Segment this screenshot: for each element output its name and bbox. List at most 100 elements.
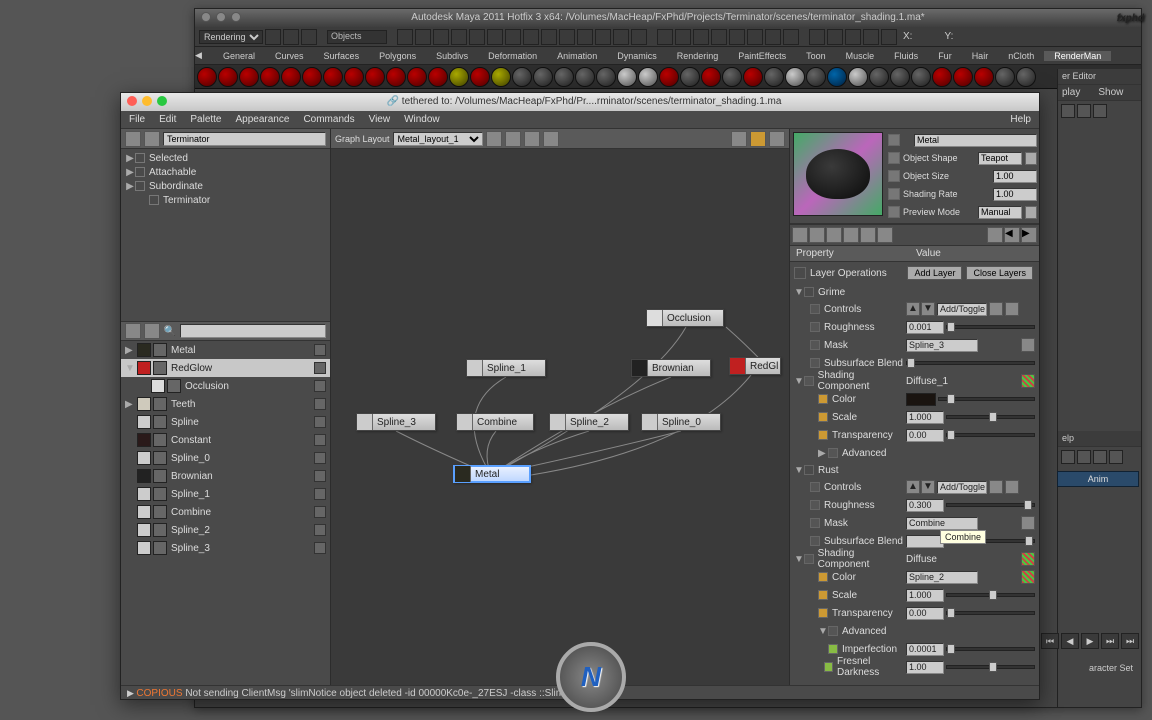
node-item-spline_3[interactable]: Spline_3 [121,539,330,557]
tb-icon[interactable] [783,29,799,45]
shelf-item-icon[interactable] [953,67,973,87]
shelf-item-icon[interactable] [533,67,553,87]
shelf-item-icon[interactable] [428,67,448,87]
tb-icon[interactable] [845,29,861,45]
layer-icon[interactable] [1109,450,1123,464]
shelf-item-icon[interactable] [1016,67,1036,87]
shelf-item-icon[interactable] [596,67,616,87]
graph-btn-icon[interactable] [524,131,540,147]
graph-node-spline_0[interactable]: Spline_0 [641,413,721,431]
shader-name-field[interactable] [914,134,1037,147]
pv-btn-icon[interactable] [826,227,842,243]
shelf-tab-curves[interactable]: Curves [265,51,314,61]
controls-value[interactable]: Add/Toggle [937,303,987,316]
fresnel-value[interactable]: 1.00 [906,661,944,674]
graph-node-combine[interactable]: Combine [456,413,534,431]
shelf-item-icon[interactable] [932,67,952,87]
menu-help[interactable]: Help [1010,114,1031,125]
shelf-item-icon[interactable] [260,67,280,87]
checkbox-icon[interactable] [888,170,900,182]
menu-edit[interactable]: Edit [159,114,176,125]
mode-dropdown[interactable]: Rendering [199,30,263,44]
shelf-tab-painteffects[interactable]: PaintEffects [728,51,796,61]
shelf-tab-fluids[interactable]: Fluids [884,51,928,61]
tb-icon[interactable] [505,29,521,45]
playback-button[interactable]: ⏮ [1041,633,1059,649]
node-item-occlusion[interactable]: Occlusion [121,377,330,395]
advanced-label[interactable]: Advanced [842,626,886,637]
zoom-icon[interactable] [157,96,167,106]
playback-button[interactable]: ⏭ [1101,633,1119,649]
shelf-tab-ncloth[interactable]: nCloth [998,51,1044,61]
shelf-item-icon[interactable] [554,67,574,87]
color-value[interactable]: Spline_2 [906,571,978,584]
tb-icon[interactable] [675,29,691,45]
tb-icon[interactable] [451,29,467,45]
tb-icon[interactable] [433,29,449,45]
checkbox-icon[interactable] [888,206,900,218]
transparency-slider[interactable] [946,611,1035,615]
node-opts-icon[interactable] [314,542,326,554]
menu-view[interactable]: View [369,114,391,125]
menu-palette[interactable]: Palette [190,114,221,125]
shelf-tab-general[interactable]: General [213,51,265,61]
graph-node-spline_1[interactable]: Spline_1 [466,359,546,377]
shelf-item-icon[interactable] [827,67,847,87]
tb-icon[interactable] [711,29,727,45]
color-link-icon[interactable] [1021,552,1035,566]
node-item-constant[interactable]: Constant [121,431,330,449]
tree-item-terminator[interactable]: Terminator [121,193,330,207]
node-opts-icon[interactable] [314,488,326,500]
tree-item-subordinate[interactable]: ▶Subordinate [121,179,330,193]
graph-btn-icon[interactable] [505,131,521,147]
menu-commands[interactable]: Commands [303,114,354,125]
shelf-tab-polygons[interactable]: Polygons [369,51,426,61]
roughness-value[interactable]: 0.300 [906,499,944,512]
mask-value[interactable]: Combine [906,517,978,530]
preview-mode-value[interactable]: Manual [978,206,1022,219]
menu-appearance[interactable]: Appearance [236,114,290,125]
imperfection-slider[interactable] [946,647,1035,651]
search-btn-icon[interactable] [125,323,141,339]
tb-icon[interactable] [559,29,575,45]
graph-btn-icon[interactable] [750,131,766,147]
roughness-slider[interactable] [946,325,1035,329]
color-link-icon[interactable] [1021,374,1035,388]
scale-slider[interactable] [946,593,1035,597]
shelf-item-icon[interactable] [323,67,343,87]
controls-value[interactable]: Add/Toggle [937,481,987,494]
shading-rate-value[interactable]: 1.00 [993,188,1037,201]
shelf-item-icon[interactable] [281,67,301,87]
down-icon[interactable]: ▼ [921,480,935,494]
down-icon[interactable]: ▼ [921,302,935,316]
node-opts-icon[interactable] [314,434,326,446]
tb-icon[interactable] [631,29,647,45]
property-body[interactable]: Layer Operations Add Layer Close Layers … [790,262,1039,685]
shelf-tab-surfaces[interactable]: Surfaces [314,51,370,61]
roughness-slider[interactable] [946,503,1035,507]
checkbox-icon[interactable] [888,134,900,146]
shelf-item-icon[interactable] [722,67,742,87]
selection-mask[interactable]: Objects [327,30,387,44]
dropdown-icon[interactable] [1025,206,1037,219]
node-opts-icon[interactable] [314,470,326,482]
mask-value[interactable]: Spline_3 [906,339,978,352]
anim-tab[interactable]: Anim [1057,471,1139,487]
tb-icon[interactable] [577,29,593,45]
shelf-tab-dynamics[interactable]: Dynamics [607,51,667,61]
toolbar-icon[interactable] [265,29,281,45]
graph-node-metal[interactable]: Metal [453,465,531,483]
node-opts-icon[interactable] [314,452,326,464]
shelf-item-icon[interactable] [344,67,364,87]
graph-node-spline_2[interactable]: Spline_2 [549,413,629,431]
shelf-tab-animation[interactable]: Animation [547,51,607,61]
shelf-item-icon[interactable] [491,67,511,87]
shelf-item-icon[interactable] [743,67,763,87]
shelf-tab-rendering[interactable]: Rendering [667,51,729,61]
palette-icon[interactable] [125,131,141,147]
tb-icon[interactable] [487,29,503,45]
imperfection-value[interactable]: 0.0001 [906,643,944,656]
shelf-item-icon[interactable] [302,67,322,87]
link-icon[interactable] [1021,570,1035,584]
section-rust[interactable]: ▼Rust [790,462,1039,478]
